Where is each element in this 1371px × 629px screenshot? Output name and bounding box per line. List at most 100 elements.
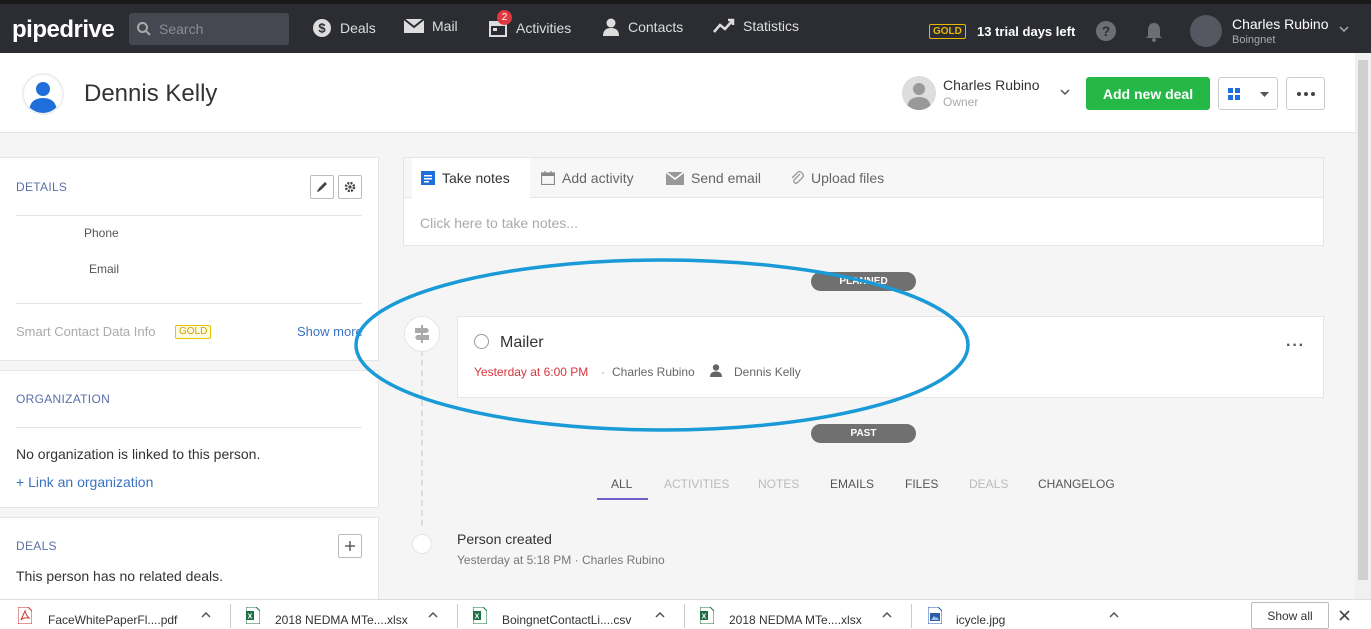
user-name[interactable]: Charles Rubino	[1232, 16, 1329, 32]
add-deal-button[interactable]	[338, 534, 362, 558]
more-actions-button[interactable]	[1286, 77, 1325, 110]
tab-upload-files[interactable]: Upload files	[790, 170, 884, 186]
download-item[interactable]: X	[246, 600, 260, 629]
activity-done-checkbox[interactable]	[474, 334, 489, 349]
close-icon[interactable]	[1339, 610, 1350, 621]
note-icon	[421, 171, 435, 185]
chevron-up-icon[interactable]	[1109, 612, 1119, 618]
plan-badge[interactable]: GOLD	[929, 24, 966, 39]
filter-deals[interactable]: DEALS	[969, 477, 1008, 491]
deals-panel: DEALS This person has no related deals.	[0, 517, 379, 599]
download-item[interactable]: X	[700, 600, 714, 629]
show-all-downloads-button[interactable]: Show all	[1251, 602, 1329, 629]
nav-activities-label: Activities	[516, 20, 572, 36]
chevron-up-icon[interactable]	[201, 612, 211, 618]
user-avatar[interactable]	[1190, 15, 1222, 47]
download-file-name[interactable]: 2018 NEDMA MTe....xlsx	[275, 613, 408, 627]
download-item[interactable]: X	[473, 600, 487, 629]
owner-avatar[interactable]	[902, 76, 936, 110]
envelope-icon	[666, 171, 684, 185]
chevron-up-icon[interactable]	[655, 612, 665, 618]
details-divider	[16, 215, 362, 216]
chevron-down-icon[interactable]	[1339, 26, 1349, 32]
download-file-name[interactable]: 2018 NEDMA MTe....xlsx	[729, 613, 862, 627]
filter-changelog[interactable]: CHANGELOG	[1038, 477, 1115, 491]
filter-files[interactable]: FILES	[905, 477, 938, 491]
help-icon[interactable]: ?	[1096, 21, 1116, 41]
tab-send-email[interactable]: Send email	[666, 170, 761, 186]
smart-contact-data-label: Smart Contact Data Info	[16, 324, 156, 339]
notes-placeholder[interactable]: Click here to take notes...	[420, 215, 578, 231]
nav-deals[interactable]: $ Deals	[312, 18, 376, 38]
search-input[interactable]	[159, 21, 279, 37]
person-header: Dennis Kelly Charles Rubino Owner Add ne…	[0, 53, 1355, 133]
nav-mail[interactable]: Mail	[404, 18, 458, 34]
chevron-up-icon[interactable]	[882, 612, 892, 618]
edit-details-button[interactable]	[310, 175, 334, 199]
nav-deals-label: Deals	[340, 20, 376, 36]
trial-days-text[interactable]: 13 trial days left	[977, 24, 1075, 39]
grid-icon	[1228, 88, 1240, 100]
nav-contacts[interactable]: Contacts	[602, 18, 683, 36]
bell-icon[interactable]	[1145, 22, 1163, 42]
active-filter-underline	[597, 498, 648, 500]
tab-take-notes-label: Take notes	[442, 170, 510, 186]
scrollbar-thumb[interactable]	[1358, 60, 1368, 580]
nav-activities[interactable]: 2 Activities	[488, 10, 572, 38]
pencil-icon	[317, 182, 327, 192]
caret-down-icon	[1260, 92, 1269, 97]
tab-take-notes[interactable]: Take notes	[421, 170, 510, 186]
svg-text:X: X	[248, 613, 253, 620]
add-new-deal-button[interactable]: Add new deal	[1086, 77, 1210, 110]
user-company: Boingnet	[1232, 34, 1276, 46]
link-organization-link[interactable]: + Link an organization	[16, 474, 153, 490]
excel-icon: X	[246, 606, 260, 624]
nav-statistics[interactable]: Statistics	[713, 18, 799, 34]
tab-add-activity[interactable]: Add activity	[541, 170, 634, 186]
view-switcher-button[interactable]	[1218, 77, 1278, 110]
filter-emails[interactable]: EMAILS	[830, 477, 874, 491]
chevron-up-icon[interactable]	[428, 612, 438, 618]
details-settings-button[interactable]	[338, 175, 362, 199]
person-created-meta: Yesterday at 5:18 PM · Charles Rubino	[457, 553, 665, 567]
past-label: PAST	[811, 424, 916, 443]
search-icon	[137, 22, 151, 36]
deals-title: DEALS	[16, 539, 57, 553]
plus-icon	[345, 541, 355, 551]
smart-gold-badge: GOLD	[175, 325, 212, 339]
filter-notes[interactable]: NOTES	[758, 477, 799, 491]
downloads-bar: FaceWhitePaperFl....pdf X 2018 NEDMA MTe…	[0, 599, 1371, 629]
show-more-link[interactable]: Show more	[297, 324, 363, 339]
person-name[interactable]: Dennis Kelly	[84, 80, 217, 108]
svg-text:?: ?	[1102, 23, 1111, 39]
download-item[interactable]	[928, 600, 942, 629]
download-item[interactable]	[18, 600, 32, 629]
download-file-name[interactable]: BoingnetContactLi....csv	[502, 613, 631, 627]
activity-more-menu[interactable]: ···	[1286, 337, 1305, 355]
note-composer: Take notes Add activity Send email Uploa…	[403, 157, 1324, 246]
activity-card[interactable]: Mailer Yesterday at 6:00 PM · Charles Ru…	[457, 316, 1324, 398]
download-separator	[457, 604, 458, 628]
activity-title[interactable]: Mailer	[500, 334, 544, 352]
download-file-name[interactable]: icycle.jpg	[956, 613, 1005, 627]
owner-name[interactable]: Charles Rubino	[943, 77, 1040, 93]
person-avatar[interactable]	[22, 73, 64, 115]
filter-all[interactable]: ALL	[611, 477, 632, 491]
mail-icon	[404, 18, 424, 33]
download-separator	[911, 604, 912, 628]
pipedrive-logo[interactable]: pipedrive	[12, 16, 115, 44]
phone-label[interactable]: Phone	[84, 226, 119, 240]
activity-owner: Charles Rubino	[612, 365, 695, 379]
svg-text:X: X	[702, 613, 707, 620]
activity-linked-person[interactable]: Dennis Kelly	[734, 365, 801, 379]
owner-chevron-down-icon[interactable]	[1060, 89, 1070, 95]
download-file-name[interactable]: FaceWhitePaperFl....pdf	[48, 613, 177, 627]
filter-activities[interactable]: ACTIVITIES	[664, 477, 729, 491]
timeline-created-marker	[412, 534, 432, 554]
tab-add-activity-label: Add activity	[562, 170, 634, 186]
timeline-activity-marker	[404, 316, 440, 352]
nav-statistics-label: Statistics	[743, 18, 800, 34]
email-label[interactable]: Email	[89, 262, 119, 276]
owner-silhouette-icon	[902, 76, 936, 110]
global-search[interactable]	[129, 13, 289, 45]
